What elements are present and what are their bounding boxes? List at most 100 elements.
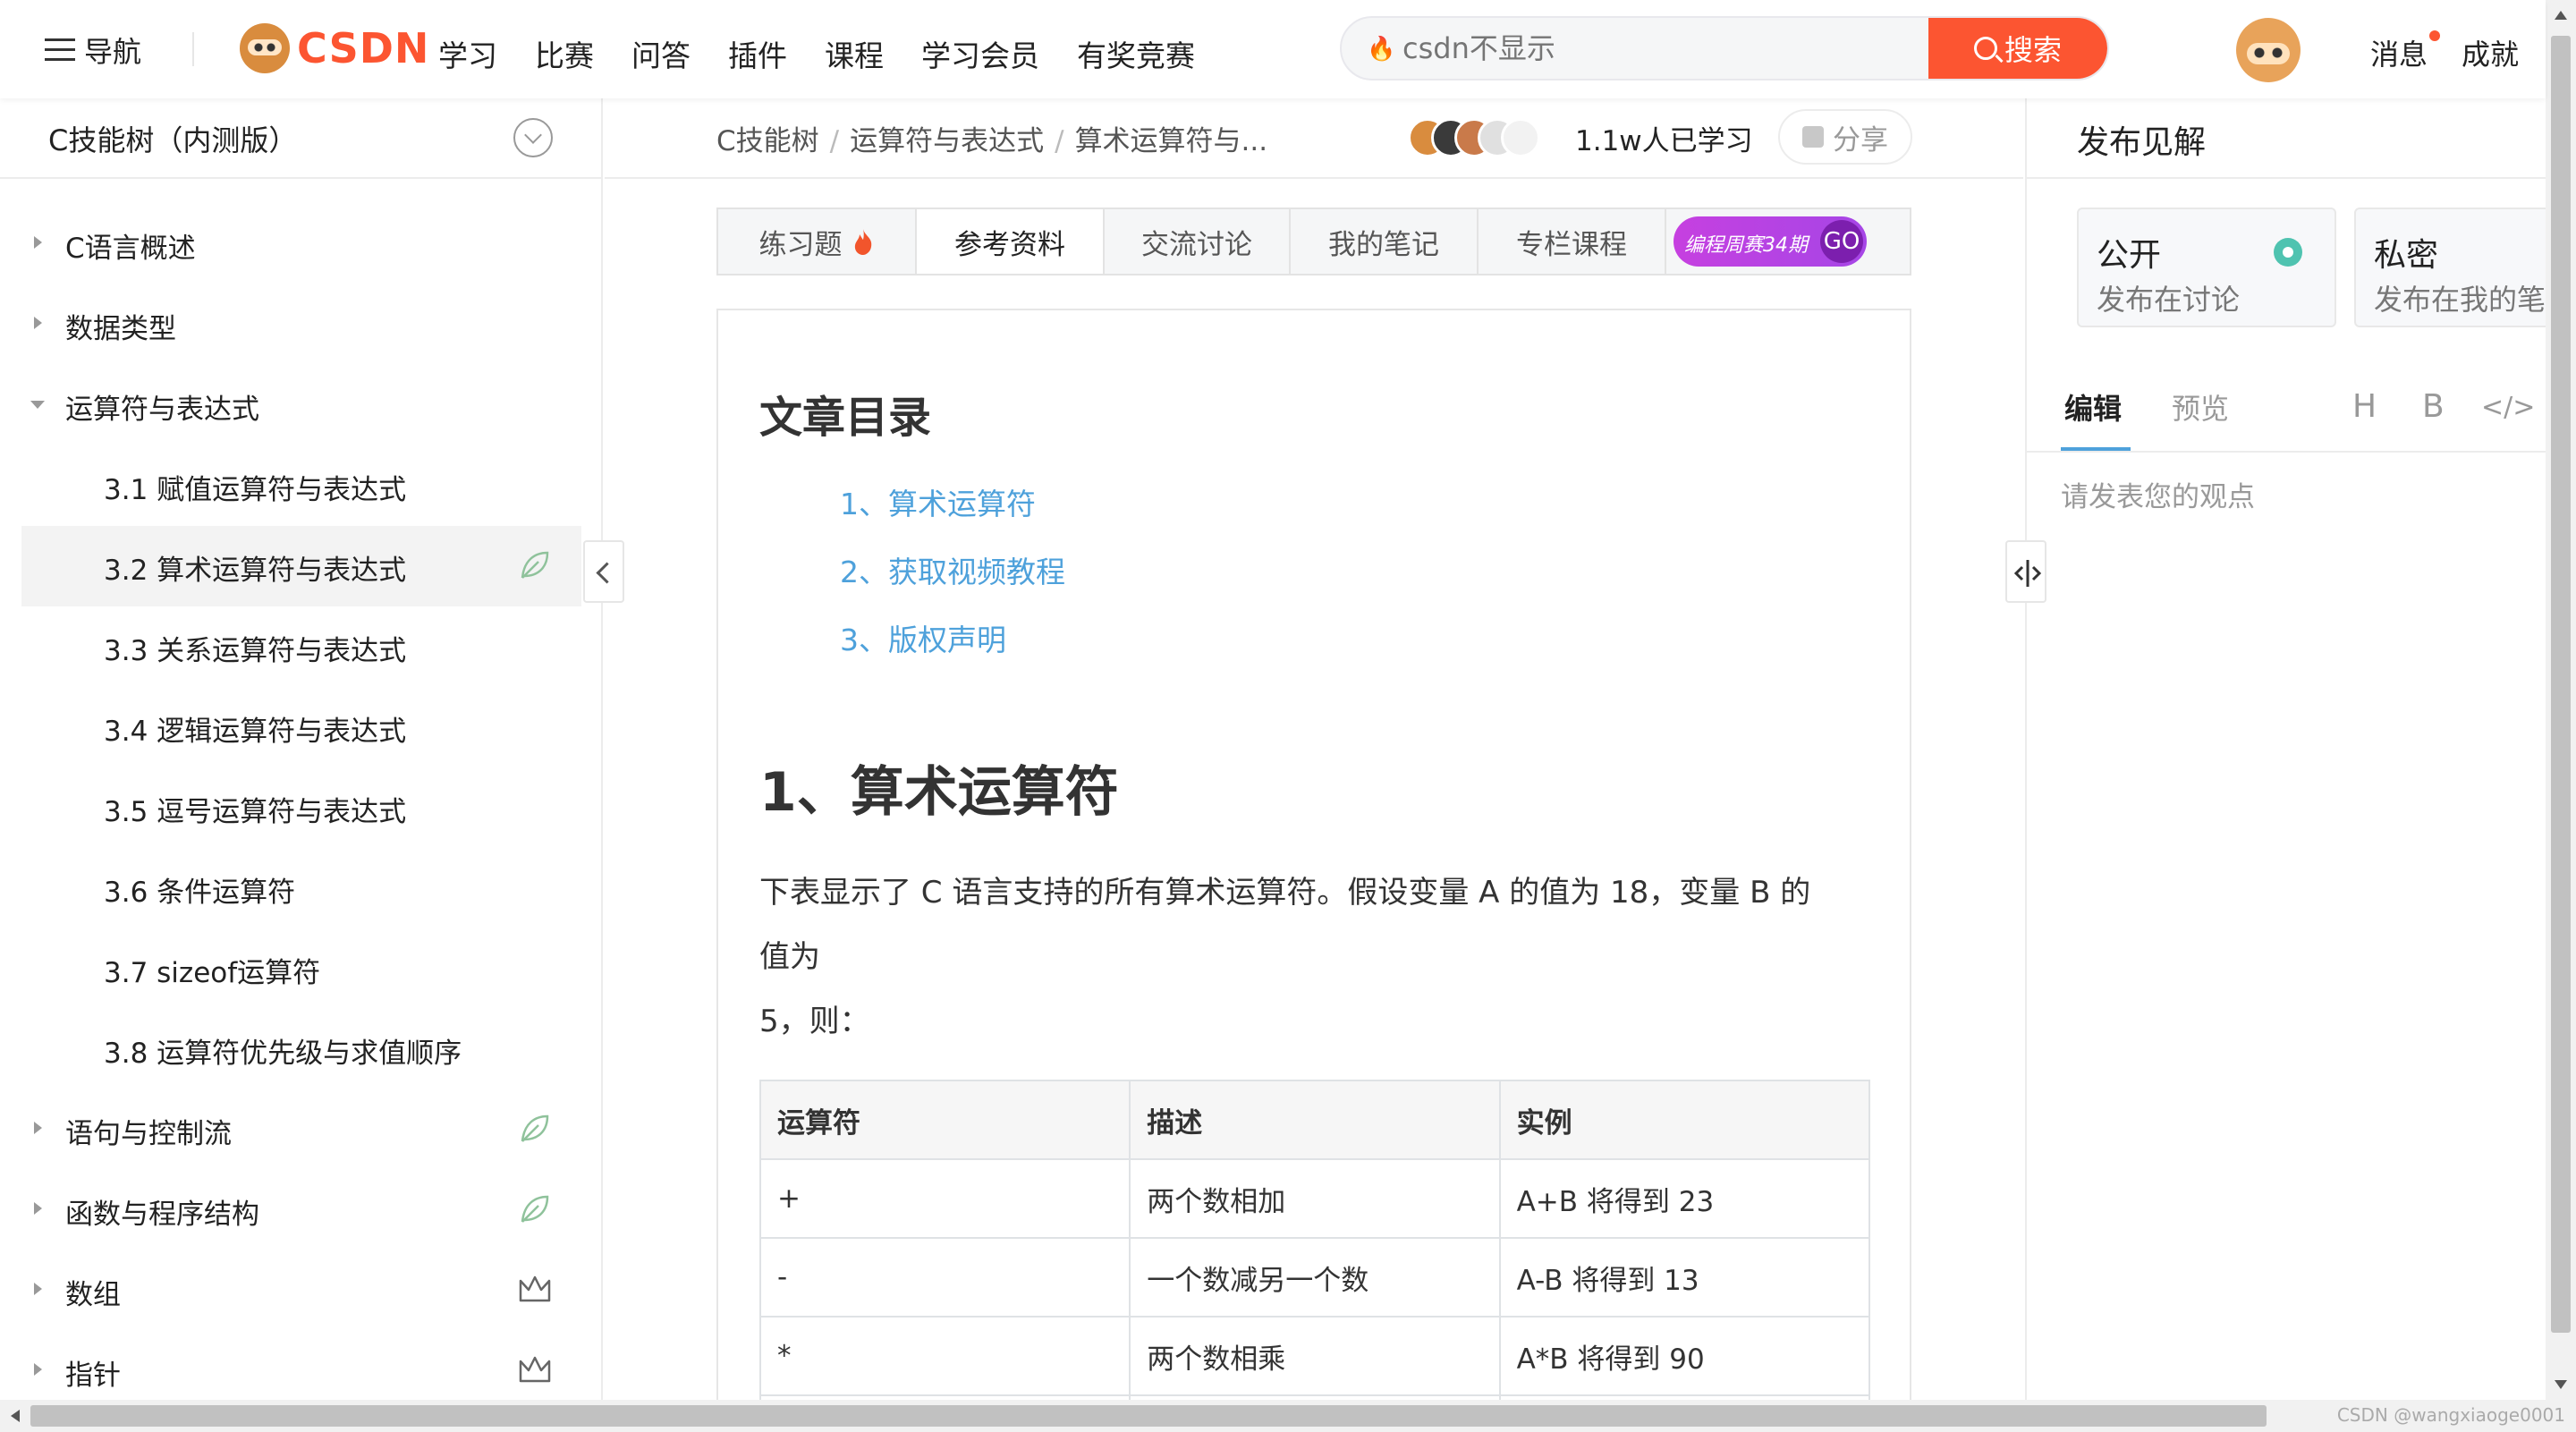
scroll-left-icon[interactable] — [11, 1410, 20, 1422]
table-cell: A*B 将得到 90 — [1498, 1316, 1871, 1396]
tab-references[interactable]: 参考资料 — [917, 209, 1105, 274]
tree-item-label: 3.5 逗号运算符与表达式 — [104, 796, 407, 828]
notification-dot-icon — [2429, 30, 2441, 41]
user-avatar[interactable] — [2236, 18, 2301, 82]
learner-avatars — [1408, 114, 1551, 159]
tree-subitem[interactable]: 3.3 关系运算符与表达式 — [0, 606, 603, 687]
tab-edit[interactable]: 编辑 — [2060, 386, 2131, 451]
tree-item[interactable]: C语言概述 — [0, 204, 603, 284]
collapse-sidebar-button[interactable] — [583, 540, 624, 603]
vertical-scrollbar[interactable] — [2546, 0, 2576, 1400]
article-content: 文章目录 1、算术运算符 2、获取视频教程 3、版权声明 1、算术运算符 下表显… — [716, 309, 1911, 1409]
chevron-down-icon[interactable] — [513, 118, 553, 157]
tree-subitem-active[interactable]: 3.2 算术运算符与表达式 — [21, 526, 581, 606]
tab-discussion[interactable]: 交流讨论 — [1105, 209, 1291, 274]
tree-subitem[interactable]: 3.6 条件运算符 — [0, 848, 603, 928]
toc-link[interactable]: 1、算术运算符 — [840, 480, 1036, 523]
tree-subitem[interactable]: 3.7 sizeof运算符 — [0, 928, 603, 1009]
tree-item-label: 3.3 关系运算符与表达式 — [104, 635, 407, 667]
csdn-logo[interactable]: CSDN — [240, 23, 429, 73]
main-nav: 学习 比赛 问答 插件 课程 学习会员 有奖竞赛 — [438, 32, 1233, 75]
tab-label: 我的笔记 — [1328, 228, 1439, 261]
tab-column-courses[interactable]: 专栏课程 — [1479, 209, 1666, 274]
visibility-public-option[interactable]: 公开 发布在讨论 — [2077, 208, 2336, 327]
scroll-down-icon[interactable] — [2555, 1380, 2567, 1389]
leaf-icon — [521, 1195, 549, 1223]
tree-item-label: 指针 — [65, 1360, 121, 1392]
table-cell: A-B 将得到 13 — [1498, 1237, 1871, 1318]
caret-down-icon — [30, 401, 45, 409]
main-nav-item[interactable]: 学习会员 — [921, 32, 1039, 75]
breadcrumb-item[interactable]: 算术运算符与... — [1075, 125, 1268, 157]
scrollbar-thumb[interactable] — [2551, 36, 2571, 1333]
split-arrows-icon — [2013, 560, 2042, 587]
visibility-title: 公开 — [2097, 237, 2162, 274]
main-nav-item[interactable]: 课程 — [825, 32, 884, 75]
share-button[interactable]: 分享 — [1778, 109, 1912, 165]
tab-label: 参考资料 — [954, 228, 1065, 261]
tree-subitem[interactable]: 3.4 逻辑运算符与表达式 — [0, 687, 603, 767]
tree-item-label: 函数与程序结构 — [65, 1199, 259, 1231]
code-tool-button[interactable]: </> — [2481, 392, 2535, 423]
watermark: CSDN @wangxiaoge0001 — [2336, 1404, 2565, 1426]
search-button[interactable]: 搜索 — [1928, 18, 2107, 79]
publish-panel-header: 发布见解 — [2027, 98, 2546, 179]
caret-right-icon — [34, 1363, 42, 1376]
paragraph-line: 值为 — [759, 939, 820, 975]
content-tabs: 练习题 参考资料 交流讨论 我的笔记 专栏课程 编程周赛34期 GO — [716, 208, 1911, 275]
main-nav-item[interactable]: 有奖竞赛 — [1077, 32, 1195, 75]
horizontal-scrollbar[interactable] — [0, 1400, 2576, 1432]
skill-tree: C语言概述 数据类型 运算符与表达式 3.1 赋值运算符与表达式 3.2 算术运… — [0, 204, 603, 1411]
operator-table: 运算符 描述 实例 + 两个数相加 A+B 将得到 23 - 一个数减另一个数 … — [758, 1080, 1871, 1409]
search-input[interactable] — [1402, 18, 1939, 79]
tab-my-notes[interactable]: 我的笔记 — [1291, 209, 1479, 274]
breadcrumb-item[interactable]: 运算符与表达式 — [850, 125, 1044, 157]
divider — [192, 32, 194, 66]
table-cell: - — [758, 1237, 1131, 1318]
heading-tool-button[interactable]: H — [2352, 388, 2377, 425]
toc-link[interactable]: 2、获取视频教程 — [840, 548, 1065, 591]
share-icon — [1802, 126, 1824, 148]
tree-item[interactable]: 函数与程序结构 — [0, 1170, 603, 1250]
achievements-link[interactable]: 成就 — [2462, 32, 2519, 73]
learned-count: 1.1w人已学习 — [1575, 125, 1753, 157]
tree-subitem[interactable]: 3.1 赋值运算符与表达式 — [0, 445, 603, 526]
caret-right-icon — [34, 1283, 42, 1295]
nav-menu-button[interactable]: 导航 — [45, 30, 141, 70]
publish-panel: 发布见解 公开 发布在讨论 私密 发布在我的笔记 编辑 预览 H B </> 请… — [2025, 98, 2546, 1400]
tree-item[interactable]: 语句与控制流 — [0, 1089, 603, 1170]
bold-tool-button[interactable]: B — [2422, 388, 2445, 425]
main-nav-item[interactable]: 问答 — [631, 32, 691, 75]
tree-subitem[interactable]: 3.8 运算符优先级与求值顺序 — [0, 1009, 603, 1089]
toc-link[interactable]: 3、版权声明 — [840, 616, 1006, 659]
tab-exercises[interactable]: 练习题 — [718, 209, 917, 274]
breadcrumb-item[interactable]: C技能树 — [716, 125, 819, 157]
caret-right-icon — [34, 236, 42, 249]
main-nav-item[interactable]: 插件 — [728, 32, 787, 75]
tree-item-label: 3.6 条件运算符 — [104, 877, 296, 909]
tree-item-label: 语句与控制流 — [65, 1118, 232, 1150]
table-cell: * — [758, 1316, 1131, 1396]
page: 导航 CSDN 学习 比赛 问答 插件 课程 学习会员 有奖竞赛 🔥 搜索 消息 — [0, 0, 2576, 1432]
tree-item-label: 数组 — [65, 1279, 121, 1311]
tree-subitem[interactable]: 3.5 逗号运算符与表达式 — [0, 767, 603, 848]
visibility-private-option[interactable]: 私密 发布在我的笔记 — [2354, 208, 2546, 327]
column-header: 描述 — [1129, 1080, 1501, 1160]
scroll-up-icon[interactable] — [2555, 11, 2567, 20]
tree-item[interactable]: 数组 — [0, 1250, 603, 1331]
tree-item[interactable]: 数据类型 — [0, 284, 603, 365]
breadcrumb-separator: / — [829, 125, 840, 157]
tab-preview[interactable]: 预览 — [2172, 386, 2229, 428]
messages-link[interactable]: 消息 — [2370, 30, 2441, 73]
search-button-label: 搜索 — [2004, 33, 2062, 67]
toc-title: 文章目录 — [759, 393, 932, 443]
tree-item[interactable]: 运算符与表达式 — [0, 365, 603, 445]
main-nav-item[interactable]: 比赛 — [535, 32, 594, 75]
main-nav-item[interactable]: 学习 — [438, 32, 497, 75]
weekly-contest-promo-button[interactable]: 编程周赛34期 GO — [1674, 216, 1867, 267]
fire-icon — [854, 229, 871, 255]
comment-editor[interactable]: 请发表您的观点 — [2061, 474, 2255, 514]
skill-tree-sidebar: C技能树（内测版） C语言概述 数据类型 运算符与表达式 3.1 赋值运算符与表… — [0, 98, 603, 1400]
scrollbar-thumb[interactable] — [30, 1405, 2267, 1427]
resize-split-button[interactable] — [2005, 540, 2046, 603]
